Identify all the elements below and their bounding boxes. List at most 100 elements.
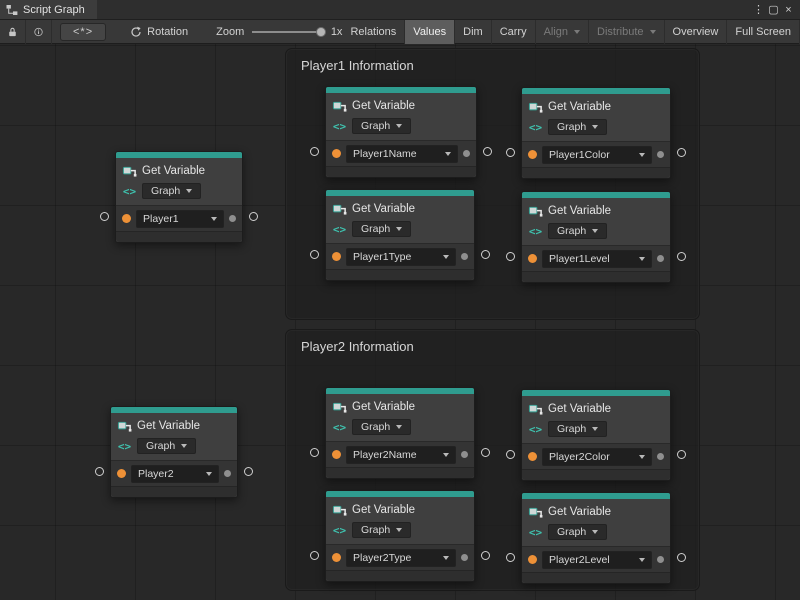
fullscreen-button[interactable]: Full Screen bbox=[727, 20, 800, 44]
node-footer bbox=[111, 486, 237, 497]
output-port[interactable] bbox=[677, 450, 686, 459]
get-variable-node-player1color[interactable]: Get Variable <> Graph Player1Color bbox=[521, 87, 671, 179]
get-variable-node-player2name[interactable]: Get Variable <> Graph Player2Name bbox=[325, 387, 475, 479]
variable-dropdown[interactable]: Player1 bbox=[136, 210, 224, 228]
maximize-icon[interactable]: ▢ bbox=[766, 0, 781, 20]
get-variable-node-player2level[interactable]: Get Variable <> Graph Player2Level bbox=[521, 492, 671, 584]
value-input-dot[interactable] bbox=[528, 150, 537, 159]
scope-dropdown[interactable]: Graph bbox=[548, 223, 607, 239]
scope-dropdown[interactable]: Graph bbox=[142, 183, 201, 199]
node-footer bbox=[522, 572, 670, 583]
script-graph-window: Script Graph ⋮ ▢ × <*> bbox=[0, 0, 800, 600]
distribute-label: Distribute bbox=[597, 26, 643, 38]
info-icon bbox=[34, 26, 43, 38]
variable-dropdown[interactable]: Player1Color bbox=[542, 146, 652, 164]
get-variable-node-player2[interactable]: Get Variable <> Graph Player2 bbox=[110, 406, 238, 498]
input-port[interactable] bbox=[310, 551, 319, 560]
get-variable-node-player1type[interactable]: Get Variable <> Graph Player1Type bbox=[325, 189, 475, 281]
node-head: Get Variable <> Graph bbox=[326, 497, 474, 544]
scope-dropdown[interactable]: Graph bbox=[352, 419, 411, 435]
output-port[interactable] bbox=[481, 551, 490, 560]
scope-label: Graph bbox=[557, 526, 586, 538]
scope-dropdown[interactable]: Graph bbox=[548, 119, 607, 135]
chevron-down-icon bbox=[639, 257, 645, 261]
value-input-dot[interactable] bbox=[122, 214, 131, 223]
variable-dropdown[interactable]: Player2Type bbox=[346, 549, 456, 567]
node-head: Get Variable <> Graph bbox=[111, 413, 237, 460]
get-variable-node-player1level[interactable]: Get Variable <> Graph Player1Level bbox=[521, 191, 671, 283]
value-input-dot[interactable] bbox=[528, 254, 537, 263]
group-title: Player2 Information bbox=[286, 330, 699, 363]
value-input-dot[interactable] bbox=[332, 252, 341, 261]
variable-icon bbox=[528, 505, 543, 520]
input-port[interactable] bbox=[95, 467, 104, 476]
get-variable-node-player1name[interactable]: Get Variable <> Graph Player1Name bbox=[325, 86, 477, 178]
close-icon[interactable]: × bbox=[781, 0, 796, 20]
scope-dropdown[interactable]: Graph bbox=[548, 524, 607, 540]
value-input-dot[interactable] bbox=[117, 469, 126, 478]
output-port[interactable] bbox=[244, 467, 253, 476]
distribute-dropdown[interactable]: Distribute bbox=[589, 20, 664, 44]
info-button[interactable] bbox=[26, 20, 52, 44]
lock-button[interactable] bbox=[0, 20, 26, 44]
scope-dropdown[interactable]: Graph bbox=[137, 438, 196, 454]
code-icon: <> bbox=[332, 120, 347, 133]
scope-label: Graph bbox=[361, 223, 390, 235]
value-input-dot[interactable] bbox=[332, 149, 341, 158]
code-preview-toggle[interactable]: <*> bbox=[60, 23, 106, 41]
rotation-control[interactable]: Rotation bbox=[130, 26, 188, 38]
variable-dropdown[interactable]: Player2 bbox=[131, 465, 219, 483]
value-input-dot[interactable] bbox=[332, 450, 341, 459]
overview-button[interactable]: Overview bbox=[665, 20, 728, 44]
output-port[interactable] bbox=[677, 252, 686, 261]
port-row: Player1Name bbox=[326, 140, 476, 166]
input-port[interactable] bbox=[506, 252, 515, 261]
code-icon: <> bbox=[528, 423, 543, 436]
chevron-down-icon bbox=[396, 528, 402, 532]
default-value-dot bbox=[461, 554, 468, 561]
get-variable-node-player2type[interactable]: Get Variable <> Graph Player2Type bbox=[325, 490, 475, 582]
output-port[interactable] bbox=[481, 250, 490, 259]
scope-dropdown[interactable]: Graph bbox=[352, 221, 411, 237]
output-port[interactable] bbox=[483, 147, 492, 156]
output-port[interactable] bbox=[677, 553, 686, 562]
value-input-dot[interactable] bbox=[528, 452, 537, 461]
variable-dropdown[interactable]: Player1Name bbox=[346, 145, 458, 163]
window-menu-icon[interactable]: ⋮ bbox=[751, 0, 766, 20]
input-port[interactable] bbox=[100, 212, 109, 221]
default-value-dot bbox=[657, 255, 664, 262]
input-port[interactable] bbox=[506, 553, 515, 562]
scope-dropdown[interactable]: Graph bbox=[352, 118, 411, 134]
graph-canvas[interactable]: Player1 Information Player2 Information … bbox=[0, 44, 800, 600]
input-port[interactable] bbox=[506, 450, 515, 459]
output-port[interactable] bbox=[677, 148, 686, 157]
node-footer bbox=[326, 166, 476, 177]
zoom-slider-knob[interactable] bbox=[316, 27, 326, 37]
input-port[interactable] bbox=[310, 250, 319, 259]
value-input-dot[interactable] bbox=[528, 555, 537, 564]
scope-label: Graph bbox=[361, 421, 390, 433]
value-input-dot[interactable] bbox=[332, 553, 341, 562]
values-button[interactable]: Values bbox=[405, 20, 455, 44]
variable-icon bbox=[528, 402, 543, 417]
scope-dropdown[interactable]: Graph bbox=[352, 522, 411, 538]
variable-dropdown[interactable]: Player2Level bbox=[542, 551, 652, 569]
scope-dropdown[interactable]: Graph bbox=[548, 421, 607, 437]
zoom-slider[interactable] bbox=[252, 26, 323, 38]
variable-dropdown[interactable]: Player1Type bbox=[346, 248, 456, 266]
align-dropdown[interactable]: Align bbox=[536, 20, 589, 44]
get-variable-node-player1[interactable]: Get Variable <> Graph Player1 bbox=[115, 151, 243, 243]
input-port[interactable] bbox=[310, 448, 319, 457]
carry-button[interactable]: Carry bbox=[492, 20, 536, 44]
relations-button[interactable]: Relations bbox=[342, 20, 405, 44]
variable-dropdown[interactable]: Player1Level bbox=[542, 250, 652, 268]
variable-dropdown[interactable]: Player2Color bbox=[542, 448, 652, 466]
output-port[interactable] bbox=[249, 212, 258, 221]
dim-button[interactable]: Dim bbox=[455, 20, 492, 44]
tab-script-graph[interactable]: Script Graph bbox=[0, 0, 97, 19]
input-port[interactable] bbox=[506, 148, 515, 157]
variable-dropdown[interactable]: Player2Name bbox=[346, 446, 456, 464]
get-variable-node-player2color[interactable]: Get Variable <> Graph Player2Color bbox=[521, 389, 671, 481]
input-port[interactable] bbox=[310, 147, 319, 156]
output-port[interactable] bbox=[481, 448, 490, 457]
